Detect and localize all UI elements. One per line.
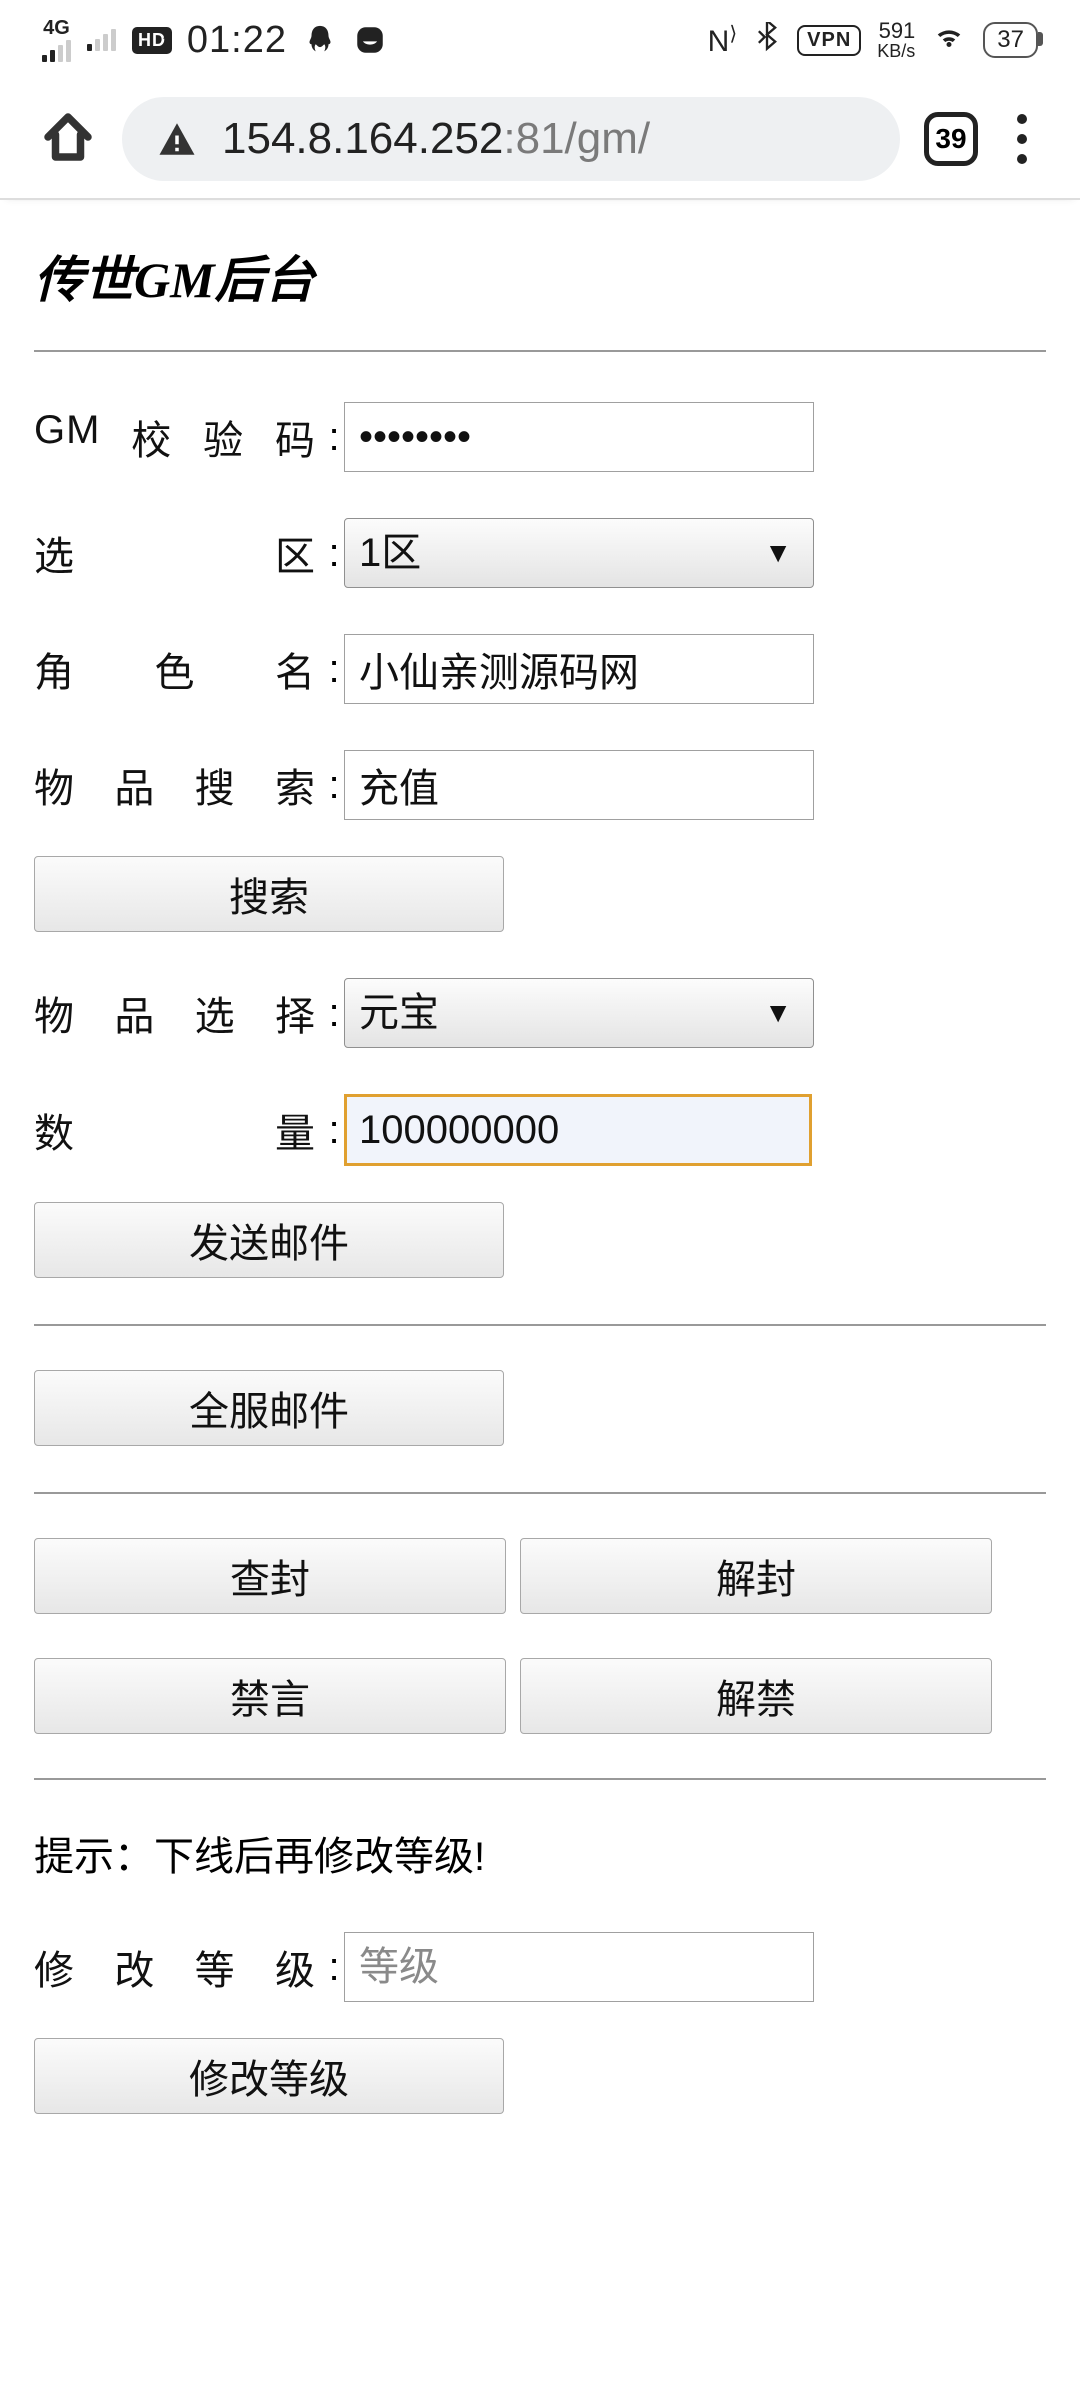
wifi-icon (931, 22, 967, 59)
send-mail-button[interactable]: 发送邮件 (34, 1202, 504, 1278)
item-select[interactable]: 元宝 (344, 978, 814, 1048)
label-gm-code: GM校验码 (34, 408, 324, 466)
overflow-menu-button[interactable] (1002, 114, 1042, 164)
bluetooth-icon (753, 22, 781, 59)
nfc-icon: N⟩ (708, 24, 737, 57)
data-rate: 591KB/s (877, 20, 915, 60)
divider (34, 1778, 1046, 1780)
tab-switcher-button[interactable]: 39 (924, 112, 978, 166)
level-input[interactable] (344, 1932, 814, 2002)
divider (34, 1324, 1046, 1326)
row-gm-code: GM校验码 : (34, 402, 1046, 472)
signal-bars-secondary-icon (87, 29, 116, 51)
browser-toolbar: 154.8.164.252:81/gm/ 39 (0, 80, 1080, 200)
row-quantity: 数量 : (34, 1094, 1046, 1166)
gm-code-input[interactable] (344, 402, 814, 472)
ban-button-row: 查封 解封 (34, 1538, 1046, 1614)
unmute-button[interactable]: 解禁 (520, 1658, 992, 1734)
row-char-name: 角色名 : (34, 634, 1046, 704)
label-quantity: 数量 (34, 1101, 324, 1159)
chat-app-icon (353, 23, 387, 57)
home-button[interactable] (38, 107, 98, 172)
mute-button-row: 禁言 解禁 (34, 1658, 1046, 1734)
divider (34, 1492, 1046, 1494)
page-title: 传世GM后台 (34, 240, 1046, 312)
label-item-select: 物品选择 (34, 984, 324, 1042)
search-button[interactable]: 搜索 (34, 856, 504, 932)
row-item-search: 物品搜索 : (34, 750, 1046, 820)
page-content: 传世GM后台 GM校验码 : 选区 : 1区 角色名 : 物品搜索 : 搜索 物… (0, 200, 1080, 2114)
label-char-name: 角色名 (34, 640, 324, 698)
zone-select[interactable]: 1区 (344, 518, 814, 588)
address-bar[interactable]: 154.8.164.252:81/gm/ (122, 97, 900, 181)
unban-button[interactable]: 解封 (520, 1538, 992, 1614)
status-bar: 4G HD 1 01:22 N⟩ VPN 591KB/s 37 (0, 0, 1080, 80)
item-search-input[interactable] (344, 750, 814, 820)
status-bar-right: N⟩ VPN 591KB/s 37 (708, 20, 1038, 60)
char-name-input[interactable] (344, 634, 814, 704)
not-secure-icon (156, 118, 198, 160)
row-zone: 选区 : 1区 (34, 518, 1046, 588)
battery-icon: 37 (983, 22, 1038, 58)
signal-bars-icon (42, 40, 71, 62)
ban-button[interactable]: 查封 (34, 1538, 506, 1614)
clock: 01:22 (187, 19, 287, 62)
quantity-input[interactable] (344, 1094, 812, 1166)
hd-sim-index: 1 (162, 34, 171, 52)
status-bar-left: 4G HD 1 01:22 (42, 18, 387, 62)
label-level: 修改等级 (34, 1938, 324, 1996)
label-zone: 选区 (34, 524, 324, 582)
url-text: 154.8.164.252:81/gm/ (222, 114, 866, 164)
row-item-select: 物品选择 : 元宝 (34, 978, 1046, 1048)
vpn-badge-icon: VPN (797, 25, 861, 56)
network-4g-icon: 4G (42, 18, 71, 62)
all-server-mail-button[interactable]: 全服邮件 (34, 1370, 504, 1446)
qq-icon (303, 23, 337, 57)
mute-button[interactable]: 禁言 (34, 1658, 506, 1734)
divider (34, 350, 1046, 352)
tip-text: 提示：下线后再修改等级! (34, 1824, 1046, 1882)
mod-level-button[interactable]: 修改等级 (34, 2038, 504, 2114)
label-item-search: 物品搜索 (34, 756, 324, 814)
row-level: 修改等级 : (34, 1932, 1046, 2002)
